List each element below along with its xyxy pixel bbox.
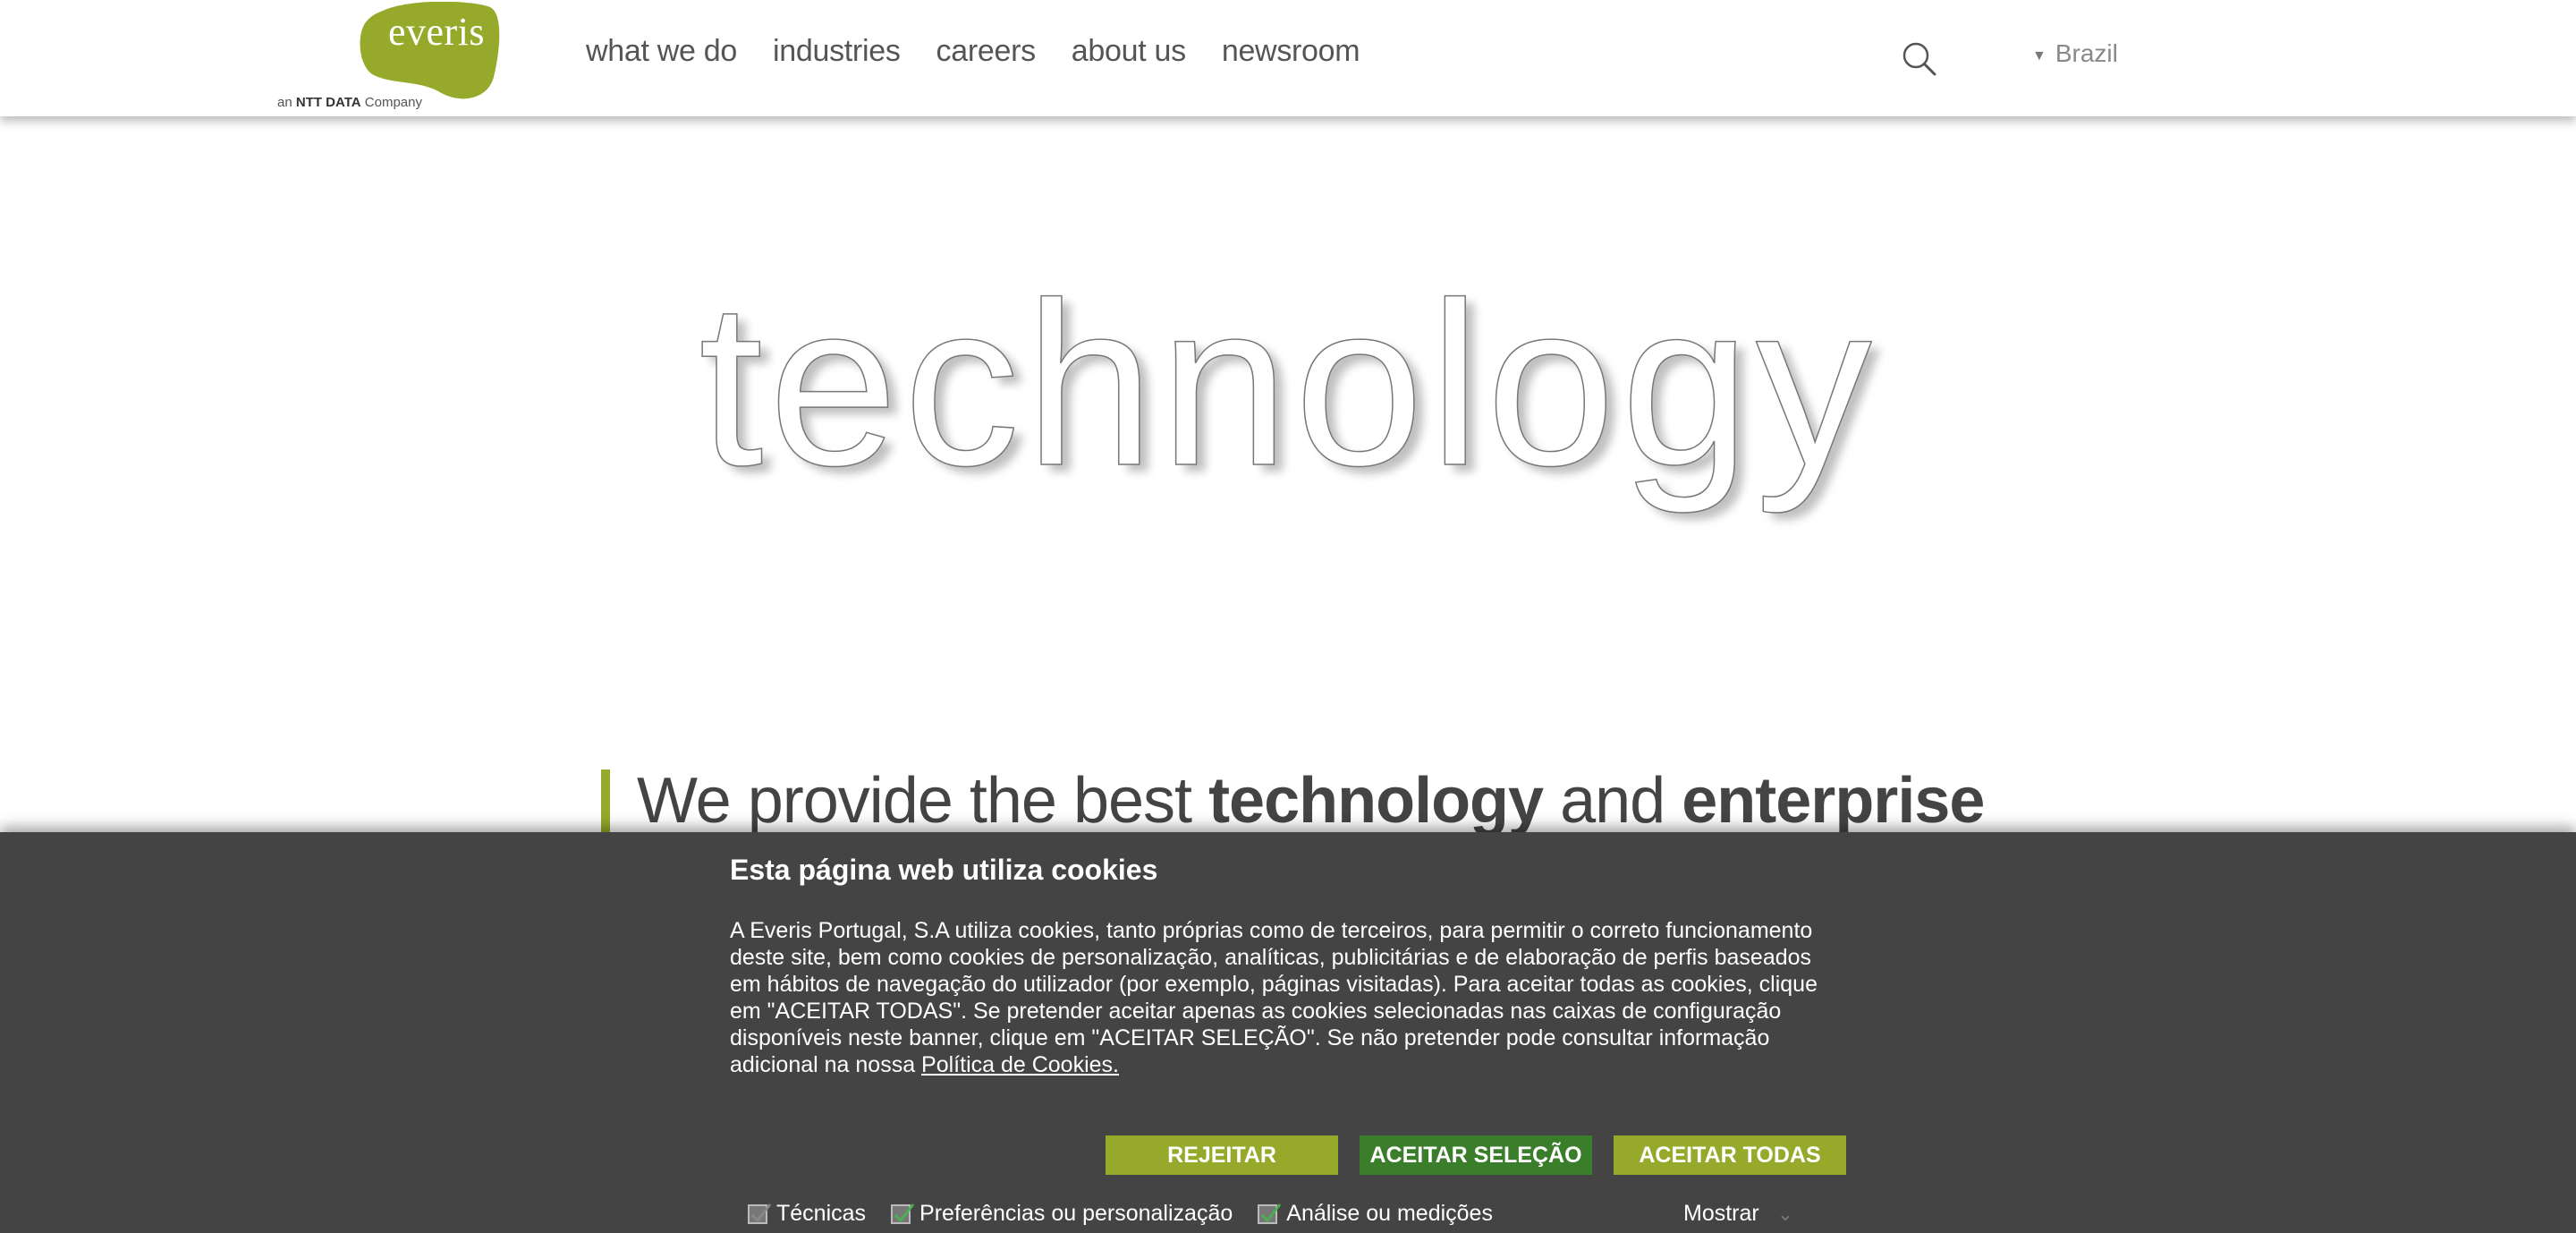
search-icon[interactable] — [1900, 39, 1939, 79]
cookie-content: Esta página web utiliza cookies A Everis… — [730, 854, 1848, 1084]
cookie-description: A Everis Portugal, S.A utiliza cookies, … — [730, 918, 1818, 1077]
cookie-banner: Esta página web utiliza cookies A Everis… — [0, 832, 2576, 1233]
everis-logo[interactable]: everis an NTT DATA Company — [274, 0, 506, 115]
hero-heading: technology — [698, 255, 1877, 514]
option-preferences[interactable]: Preferências ou personalização — [891, 1201, 1233, 1227]
main-nav: what we do industries careers about us n… — [586, 34, 1360, 69]
checkmark-icon — [894, 1203, 915, 1222]
cookie-title: Esta página web utiliza cookies — [730, 854, 1158, 886]
accept-all-button[interactable]: ACEITAR TODAS — [1614, 1135, 1846, 1175]
option-analytics[interactable]: Análise ou medições — [1258, 1201, 1493, 1227]
option-technical[interactable]: Técnicas — [748, 1201, 866, 1227]
nav-about-us[interactable]: about us — [1072, 34, 1186, 69]
checkbox-analytics[interactable] — [1258, 1203, 1282, 1224]
nav-industries[interactable]: industries — [773, 34, 901, 69]
checkbox-technical[interactable] — [748, 1203, 772, 1224]
cookie-policy-link[interactable]: Política de Cookies. — [921, 1052, 1119, 1077]
nav-careers[interactable]: careers — [936, 34, 1037, 69]
country-label: Brazil — [2055, 39, 2118, 67]
cookie-options: Técnicas Preferências ou personalização … — [748, 1201, 1493, 1227]
site-header: everis an NTT DATA Company what we do in… — [0, 0, 2576, 116]
show-details-label: Mostrar — [1683, 1201, 1759, 1226]
checkbox-preferences[interactable] — [891, 1203, 915, 1224]
reject-button[interactable]: REJEITAR — [1106, 1135, 1338, 1175]
show-details-toggle[interactable]: Mostrar ⌄ — [1683, 1201, 1793, 1227]
country-selector[interactable]: ▼ Brazil — [2032, 39, 2118, 68]
cookie-buttons: REJEITAR ACEITAR SELEÇÃO ACEITAR TODAS — [1106, 1135, 1846, 1175]
caret-down-icon: ▼ — [2032, 48, 2046, 64]
accept-selection-button[interactable]: ACEITAR SELEÇÃO — [1360, 1135, 1592, 1175]
logo-tagline: an NTT DATA Company — [277, 95, 422, 110]
checkmark-icon — [750, 1203, 772, 1222]
nav-newsroom[interactable]: newsroom — [1222, 34, 1360, 69]
nav-what-we-do[interactable]: what we do — [586, 34, 737, 69]
tagline-accent-bar — [601, 770, 610, 832]
logo-wordmark: everis — [388, 10, 486, 54]
checkmark-icon — [1261, 1203, 1282, 1222]
tagline: We provide the best technology and enter… — [601, 765, 1985, 837]
chevron-down-icon: ⌄ — [1776, 1202, 1794, 1225]
tagline-text: We provide the best technology and enter… — [637, 765, 1985, 837]
